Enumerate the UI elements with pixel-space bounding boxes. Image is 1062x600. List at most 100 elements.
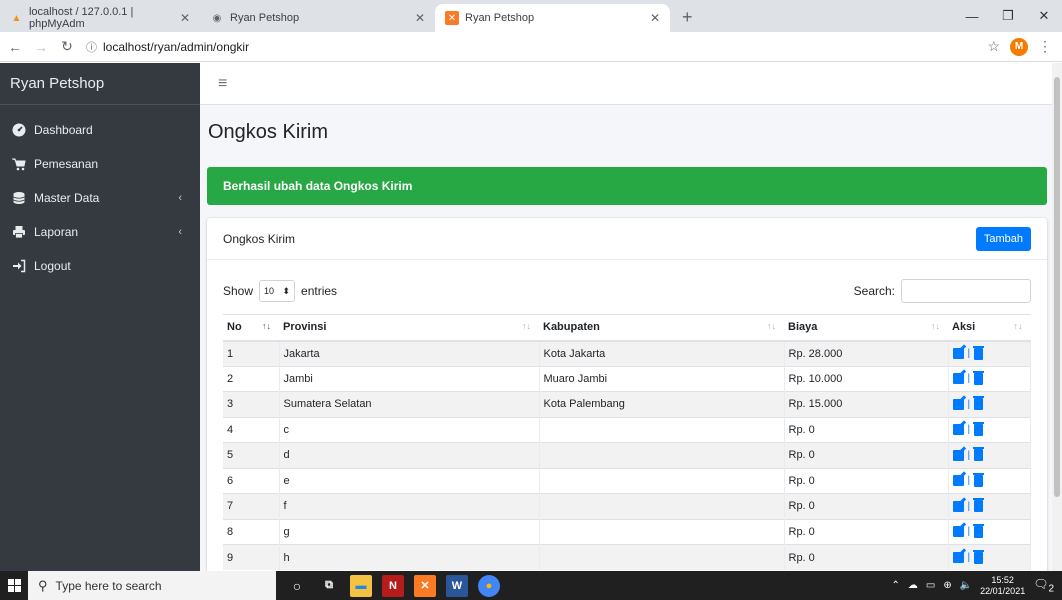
- trash-icon[interactable]: [973, 472, 985, 487]
- network-icon[interactable]: ⊕: [943, 580, 951, 591]
- table-row: 6 e Rp. 0 |: [223, 467, 1031, 494]
- netbeans-icon[interactable]: N: [382, 574, 404, 597]
- table-row: 5 d Rp. 0 |: [223, 442, 1031, 468]
- separator: |: [967, 475, 971, 487]
- sidebar-item-laporan[interactable]: Laporan ‹: [0, 215, 200, 249]
- new-tab-button[interactable]: +: [670, 7, 705, 32]
- tab-ryan-petshop-2[interactable]: ✕ Ryan Petshop ✕: [435, 4, 670, 32]
- print-icon: [12, 225, 26, 239]
- menu-kebab-icon[interactable]: ⋮: [1038, 38, 1052, 55]
- file-explorer-icon[interactable]: ▬: [350, 574, 372, 597]
- trash-icon[interactable]: [973, 345, 985, 360]
- cell-biaya: Rp. 15.000: [784, 391, 949, 417]
- windows-start-button[interactable]: [0, 571, 28, 600]
- cortana-icon[interactable]: ○: [286, 575, 308, 597]
- scrollbar-thumb[interactable]: [1054, 77, 1060, 497]
- xampp-icon: ✕: [445, 11, 459, 25]
- minimize-icon[interactable]: —: [954, 0, 990, 32]
- chrome-icon[interactable]: ●: [478, 574, 500, 597]
- trash-icon[interactable]: [973, 549, 985, 564]
- cell-no: 5: [223, 442, 280, 468]
- hamburger-menu-icon[interactable]: ≡: [218, 75, 227, 93]
- separator: |: [967, 526, 971, 538]
- close-tab-icon[interactable]: ✕: [180, 11, 190, 25]
- edit-icon[interactable]: [952, 475, 964, 487]
- cell-provinsi: g: [279, 518, 540, 545]
- edit-icon[interactable]: [952, 552, 964, 563]
- tab-phpmyadmin[interactable]: ▲ localhost / 127.0.0.1 | phpMyAdm ✕: [0, 4, 200, 32]
- cell-aksi: |: [948, 391, 1031, 417]
- trash-icon[interactable]: [973, 447, 985, 462]
- cell-biaya: Rp. 28.000: [784, 340, 949, 366]
- cell-biaya: Rp. 0: [784, 442, 949, 468]
- cell-kabupaten: [539, 467, 785, 494]
- cell-kabupaten: Kota Palembang: [539, 391, 785, 417]
- forward-icon[interactable]: →: [30, 39, 52, 55]
- trash-icon[interactable]: [973, 370, 985, 385]
- taskbar-search[interactable]: ⚲ Type here to search: [28, 571, 276, 600]
- profile-avatar[interactable]: M: [1010, 37, 1028, 56]
- column-header-biaya[interactable]: Biaya ↑↓: [784, 314, 948, 342]
- battery-icon[interactable]: ▭: [926, 580, 935, 591]
- trash-icon[interactable]: [973, 523, 985, 538]
- cell-provinsi: f: [279, 493, 540, 519]
- trash-icon[interactable]: [973, 396, 985, 411]
- trash-icon[interactable]: [973, 498, 985, 513]
- tray-chevron-up-icon[interactable]: ⌃: [891, 580, 899, 591]
- trash-icon[interactable]: [973, 421, 985, 436]
- edit-icon[interactable]: [952, 348, 964, 359]
- edit-icon[interactable]: [952, 398, 964, 410]
- onedrive-icon[interactable]: ☁: [908, 580, 918, 591]
- globe-icon: ◉: [212, 12, 222, 24]
- cell-biaya: Rp. 0: [784, 467, 949, 494]
- sidebar-item-label: Master Data: [34, 191, 100, 205]
- cell-kabupaten: [539, 544, 785, 570]
- restore-icon[interactable]: ❐: [990, 0, 1026, 32]
- cell-provinsi: Jambi: [279, 365, 540, 392]
- edit-icon[interactable]: [952, 500, 964, 512]
- edit-icon[interactable]: [952, 373, 964, 385]
- notification-icon[interactable]: 🗨2: [1033, 577, 1054, 594]
- sidebar-item-dashboard[interactable]: Dashboard: [0, 113, 200, 147]
- entries-value: 10: [264, 286, 275, 296]
- close-tab-icon[interactable]: ✕: [415, 11, 425, 25]
- edit-icon[interactable]: [952, 424, 964, 436]
- column-header-kabupaten[interactable]: Kabupaten ↑↓: [539, 314, 784, 342]
- back-icon[interactable]: ←: [4, 39, 26, 55]
- column-header-provinsi[interactable]: Provinsi ↑↓: [279, 314, 539, 342]
- close-tab-icon[interactable]: ✕: [650, 11, 660, 25]
- xampp-taskbar-icon[interactable]: ✕: [414, 574, 436, 597]
- entries-select[interactable]: 10 ⬍: [259, 280, 296, 302]
- cell-kabupaten: [539, 493, 785, 519]
- brand-title[interactable]: Ryan Petshop: [0, 63, 200, 105]
- sidebar-item-master-data[interactable]: Master Data ‹: [0, 181, 200, 215]
- tab-title: Ryan Petshop: [465, 12, 535, 24]
- volume-icon[interactable]: 🔈: [960, 580, 972, 591]
- cell-no: 8: [223, 518, 280, 545]
- datatable-controls: Show 10 ⬍ entries Search:: [207, 260, 1047, 306]
- reload-icon[interactable]: ↻: [56, 38, 78, 55]
- cell-aksi: |: [948, 365, 1031, 392]
- column-header-no[interactable]: No ↑↓: [223, 314, 279, 342]
- page-title: Ongkos Kirim: [208, 121, 329, 143]
- separator: |: [967, 398, 971, 410]
- bookmark-star-icon[interactable]: ☆: [987, 38, 1000, 55]
- edit-icon[interactable]: [952, 526, 964, 538]
- column-header-aksi[interactable]: Aksi ↑↓: [948, 314, 1031, 342]
- sidebar-item-pemesanan[interactable]: Pemesanan: [0, 147, 200, 181]
- page-scrollbar[interactable]: [1052, 63, 1062, 571]
- close-window-icon[interactable]: ✕: [1026, 0, 1062, 32]
- search-input[interactable]: [901, 279, 1031, 303]
- tab-ryan-petshop-1[interactable]: ◉ Ryan Petshop ✕: [200, 4, 435, 32]
- task-view-icon[interactable]: ⧉: [318, 575, 340, 597]
- cell-aksi: |: [948, 442, 1031, 468]
- cell-aksi: |: [948, 518, 1031, 545]
- word-icon[interactable]: W: [446, 574, 468, 597]
- info-icon[interactable]: ⓘ: [86, 39, 97, 55]
- url-field[interactable]: ⓘ localhost/ryan/admin/ongkir: [86, 39, 249, 55]
- sidebar-item-logout[interactable]: Logout: [0, 249, 200, 283]
- add-button[interactable]: Tambah: [975, 226, 1031, 251]
- edit-icon[interactable]: [952, 449, 964, 461]
- sort-icon: ↑↓: [1013, 321, 1023, 332]
- taskbar-clock[interactable]: 15:52 22/01/2021: [980, 575, 1025, 597]
